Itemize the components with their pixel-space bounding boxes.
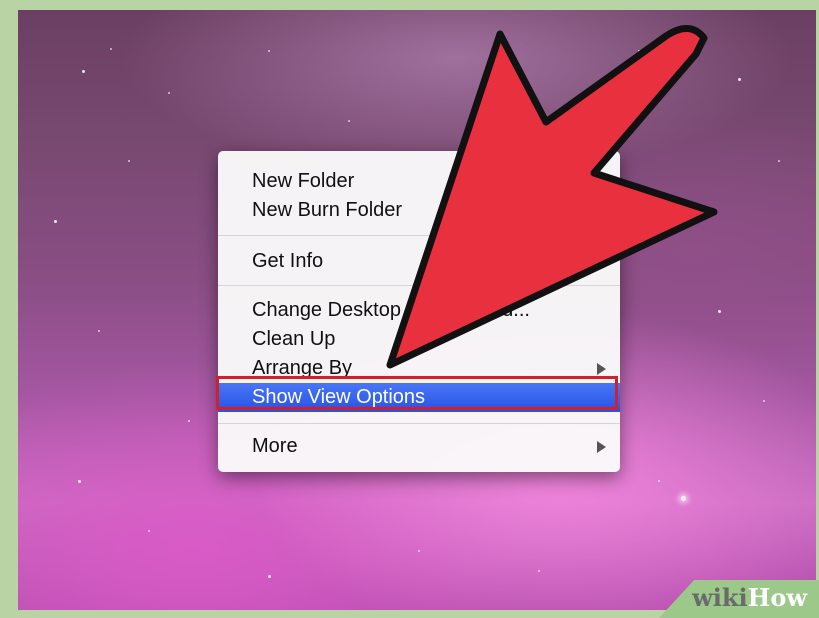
menu-item-clean-up[interactable]: Clean Up [218,325,620,354]
context-menu: New Folder New Burn Folder Get Info Chan… [218,151,620,472]
menu-item-new-folder[interactable]: New Folder [218,167,620,196]
menu-item-show-view-options[interactable]: Show View Options [218,383,620,412]
watermark-logo: wikiHow [692,583,807,612]
menu-item-new-burn-folder[interactable]: New Burn Folder [218,196,620,225]
menu-item-label: New Burn Folder [252,199,403,221]
menu-separator [218,285,620,286]
menu-item-label: New Folder [252,170,355,192]
star [110,48,112,50]
star [763,400,765,402]
submenu-arrow-icon [597,441,606,453]
star [778,160,780,162]
menu-item-label: Change Desktop Background... [252,299,530,321]
menu-item-label: Show View Options [252,386,426,408]
star [638,50,640,52]
star [718,310,721,313]
star [538,570,540,572]
submenu-arrow-icon [597,363,606,375]
star [148,530,150,532]
menu-separator [218,235,620,236]
star [78,480,81,483]
star [188,420,190,422]
star [82,70,85,73]
star [418,550,420,552]
menu-item-arrange-by[interactable]: Arrange By [218,354,620,383]
menu-item-label: More [252,435,298,457]
watermark-part1: wiki [692,583,748,612]
menu-item-label: Clean Up [252,328,336,350]
star [168,92,170,94]
star [738,78,741,81]
menu-item-get-info[interactable]: Get Info [218,247,620,276]
desktop-background[interactable]: New Folder New Burn Folder Get Info Chan… [18,10,816,610]
menu-item-label: Arrange By [252,357,353,379]
menu-separator [218,423,620,424]
star [98,330,100,332]
star [268,50,270,52]
star [681,496,686,501]
menu-item-change-desktop-background[interactable]: Change Desktop Background... [218,296,620,325]
star [268,575,271,578]
menu-item-label: Get Info [252,250,324,272]
watermark-part2: How [747,583,807,612]
star [128,160,130,162]
star [658,480,660,482]
menu-item-more[interactable]: More [218,432,620,461]
star [54,220,57,223]
star [348,120,350,122]
